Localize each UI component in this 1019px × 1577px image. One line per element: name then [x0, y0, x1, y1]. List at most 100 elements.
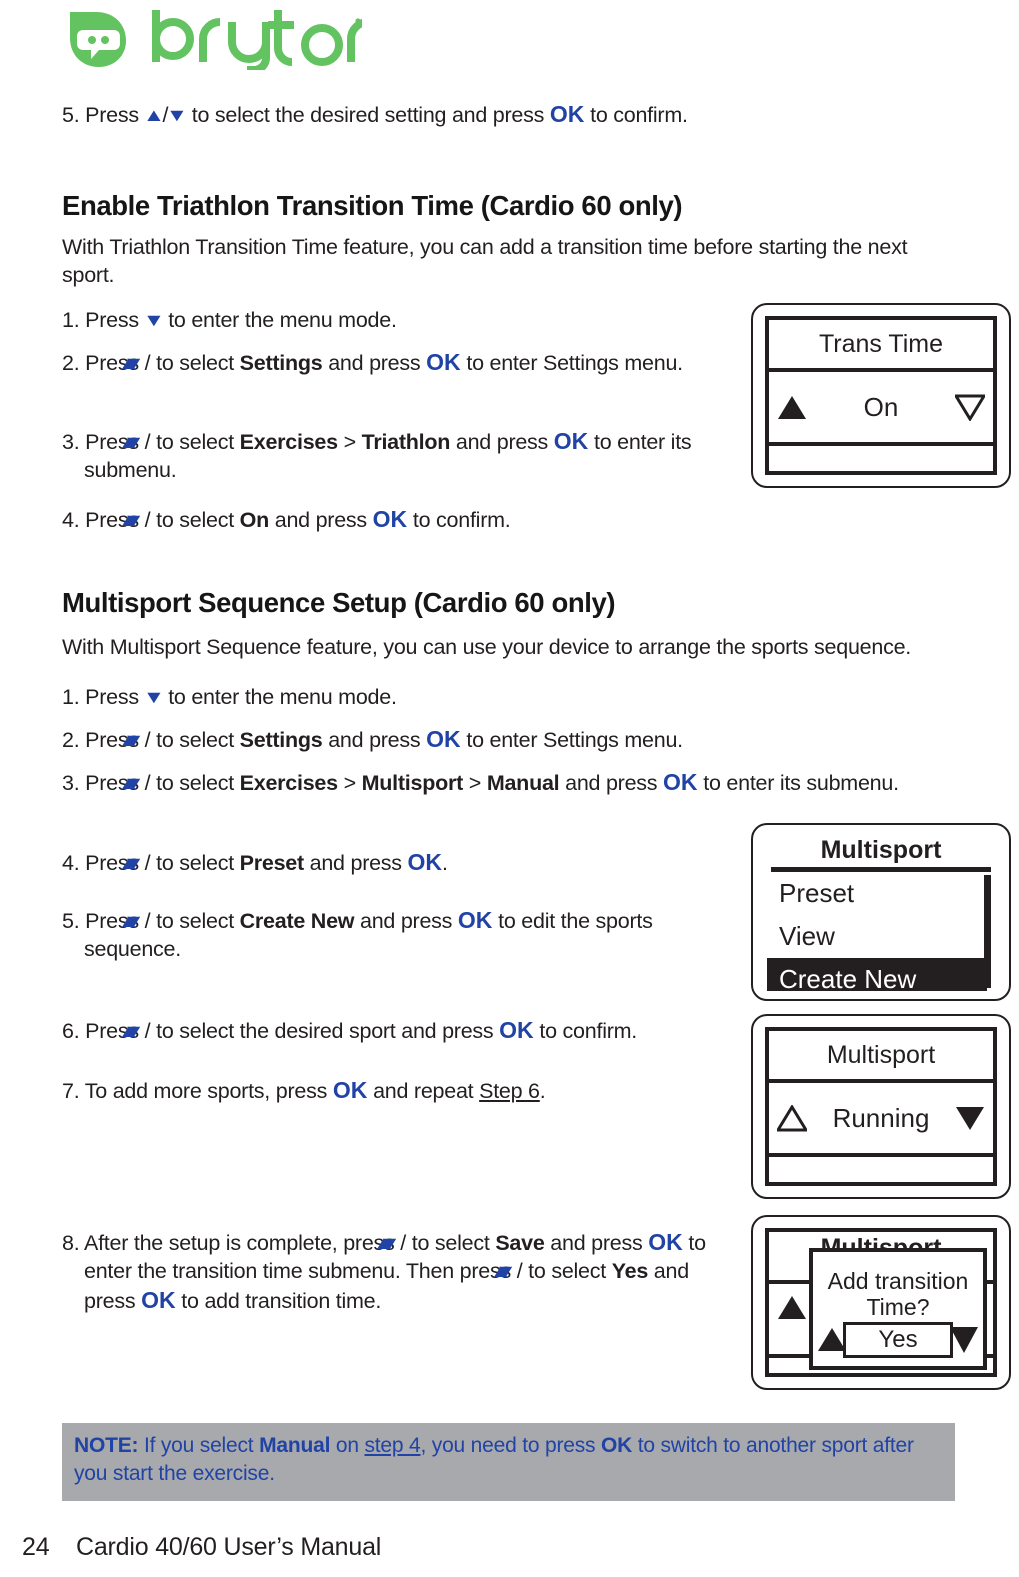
- footer-page-number: 24: [22, 1533, 50, 1561]
- step-b: to select: [156, 728, 234, 752]
- note-c: , you need to press: [420, 1434, 596, 1457]
- note-bold-manual: Manual: [259, 1434, 331, 1457]
- triathlon-step-1: Press 1. Press ▼ to enter the menu mode.: [62, 307, 722, 335]
- triangle-up-filled-icon[interactable]: [777, 1294, 807, 1326]
- step-lead: Press: [85, 685, 139, 709]
- step-c: and press: [360, 909, 453, 933]
- arrow-down-icon: ▼: [142, 687, 165, 707]
- bold-yes: Yes: [611, 1258, 649, 1283]
- lcd-panel: Multisport Add transition Time? Yes: [765, 1228, 997, 1377]
- dialog-question: Add transition Time?: [813, 1252, 983, 1321]
- lcd-panel: Trans Time On: [765, 316, 997, 475]
- bold-save: Save: [495, 1231, 545, 1255]
- multisport-step-1: 1. Press ▼ to enter the menu mode.: [62, 684, 762, 712]
- screen-value-row: Running: [769, 1083, 993, 1157]
- dialog-answer-field[interactable]: Yes: [843, 1322, 953, 1358]
- bryton-leaf-logo-icon: [70, 12, 126, 67]
- dialog-answer-value: Yes: [878, 1326, 918, 1353]
- step-d: to confirm.: [412, 508, 511, 532]
- bold-exercises: Exercises: [239, 430, 338, 454]
- triangle-up-outline-icon[interactable]: [769, 1104, 815, 1132]
- step-number: 4.: [62, 851, 80, 875]
- heading-multisport-sequence: Multisport Sequence Setup (Cardio 60 onl…: [62, 587, 616, 618]
- step-f: to select: [528, 1258, 606, 1283]
- step-number: 5.: [62, 909, 80, 933]
- bold-exercises: Exercises: [239, 771, 338, 795]
- ok-label: OK: [549, 101, 585, 127]
- intro-multisport: With Multisport Sequence feature, you ca…: [62, 635, 911, 659]
- device-screen-trans-time: Trans Time On: [751, 303, 1011, 488]
- gt-separator: >: [343, 430, 357, 454]
- ok-label: OK: [553, 428, 589, 454]
- list-item-preset[interactable]: Preset: [767, 872, 995, 915]
- step-d: to enter Settings menu.: [466, 728, 683, 752]
- slash: /: [144, 728, 151, 752]
- step-c: and press: [455, 430, 549, 454]
- triangle-down-filled-icon[interactable]: [947, 1105, 993, 1132]
- bold-settings: Settings: [239, 728, 323, 752]
- step-b: and repeat: [373, 1079, 474, 1103]
- screen-value: Running: [832, 1102, 930, 1133]
- bryton-logo: [62, 8, 362, 70]
- step-d: to enter Settings menu.: [466, 351, 683, 375]
- arrow-up-icon: ▲: [142, 105, 165, 125]
- ok-label: OK: [499, 1017, 534, 1043]
- step-c: and press: [328, 728, 421, 752]
- step-lead: Press: [85, 103, 139, 127]
- step-d: .: [539, 1079, 546, 1103]
- step-text: to enter the menu mode.: [168, 685, 397, 709]
- slash: /: [144, 909, 151, 933]
- slash: /: [144, 851, 151, 875]
- list-item-create-new[interactable]: Create New: [767, 958, 987, 991]
- bold-on: On: [239, 508, 270, 532]
- ok-label: OK: [426, 726, 461, 752]
- step-num-text: 1.: [62, 308, 80, 332]
- slash: /: [144, 771, 151, 795]
- heading-enable-triathlon: Enable Triathlon Transition Time (Cardio…: [62, 190, 683, 221]
- list-item-view[interactable]: View: [767, 915, 995, 958]
- step-lead: To add more sports, press: [84, 1079, 328, 1103]
- step-lead: After the setup is complete, press: [83, 1231, 395, 1255]
- step-d: .: [442, 851, 448, 875]
- multisport-step-8: 8. After the setup is complete, press ▲ /…: [62, 1229, 706, 1313]
- ok-label: OK: [372, 506, 408, 532]
- step-c: and press: [274, 508, 367, 532]
- note-ok-label: OK: [600, 1434, 633, 1457]
- step-b: to select: [156, 909, 234, 933]
- ok-label: OK: [663, 769, 698, 795]
- triathlon-step-3: 3. Press ▲/▼ to select Exercises > Triat…: [62, 428, 692, 482]
- registered-dot-icon: [355, 18, 361, 24]
- ok-label: OK: [407, 849, 443, 875]
- link-step-6[interactable]: Step 6: [479, 1079, 540, 1103]
- footer-title: Cardio 40/60 User’s Manual: [76, 1533, 382, 1561]
- triangle-down-filled-icon[interactable]: [949, 1325, 979, 1360]
- arrow-down-icon: ▼: [165, 105, 189, 125]
- triangle-down-outline-icon[interactable]: [947, 394, 993, 421]
- note-label: NOTE:: [74, 1434, 139, 1457]
- screen-empty-row: [769, 1157, 993, 1182]
- triathlon-step-2: 2. Press ▲/▼ to select Settings and pres…: [62, 349, 683, 375]
- multisport-step-4: 4. Press ▲/▼ to select Preset and press …: [62, 849, 448, 875]
- device-screen-multisport-list: Multisport Preset View Create New: [751, 823, 1011, 1001]
- screen-value: On: [863, 391, 899, 422]
- slash: /: [400, 1231, 407, 1255]
- step-d: to enter its submenu.: [703, 771, 899, 795]
- triangle-up-filled-icon[interactable]: [817, 1326, 847, 1358]
- note-box: NOTE: If you select Manual on step 4, yo…: [62, 1423, 955, 1501]
- triathlon-step-4: 4. Press ▲/▼ to select On and press OK t…: [62, 506, 511, 532]
- slash: /: [144, 508, 151, 532]
- bryton-wordmark: [152, 10, 362, 70]
- link-step-4[interactable]: step 4: [364, 1434, 420, 1457]
- step-text: to enter the menu mode.: [168, 308, 397, 332]
- step-number: 6.: [62, 1019, 80, 1043]
- note-a: If you select: [143, 1434, 254, 1457]
- triangle-up-filled-icon[interactable]: [769, 394, 815, 421]
- note-b: on: [335, 1434, 359, 1457]
- step-b: to select the desired sport and press: [156, 1019, 494, 1043]
- screen-value-row: On: [769, 372, 993, 446]
- lcd-panel: Multisport Preset View Create New: [767, 833, 995, 991]
- dialog-question-line-1: Add transition: [827, 1268, 969, 1294]
- vertical-scrollbar-icon[interactable]: [984, 875, 991, 988]
- step-b: to select: [156, 430, 234, 454]
- step-number: 5.: [62, 103, 80, 127]
